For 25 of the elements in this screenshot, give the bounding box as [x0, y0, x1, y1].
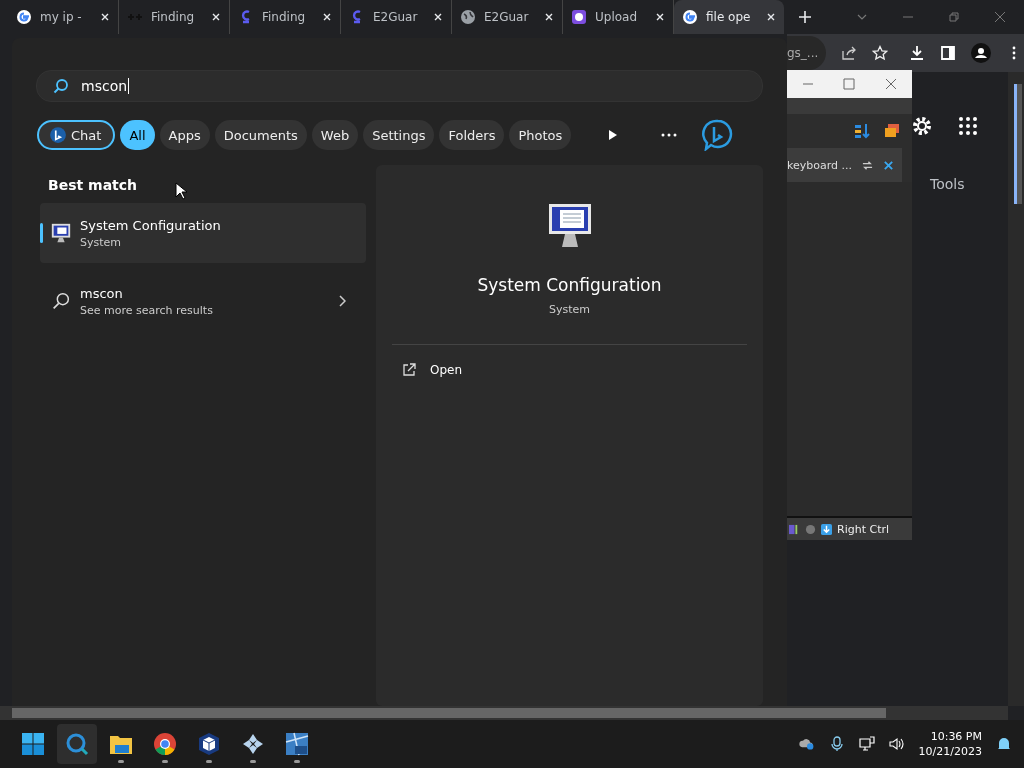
section-heading: Best match — [48, 177, 138, 193]
search-result[interactable]: System Configuration System — [40, 203, 366, 263]
filter-tab[interactable]: Web — [311, 120, 359, 150]
result-title: mscon — [80, 285, 124, 301]
host-key-label: Right Ctrl — [837, 522, 890, 536]
preview-title: System Configuration — [477, 275, 662, 295]
filter-tab[interactable]: All — [120, 120, 155, 150]
tools-link[interactable]: Tools — [930, 176, 965, 192]
result-title: System Configuration — [80, 217, 222, 233]
filter-tab[interactable]: Apps — [159, 120, 210, 150]
result-subtitle: System — [80, 235, 123, 249]
browser-tab[interactable]: file ope — [674, 0, 784, 34]
clock-time[interactable]: 10:36 PM — [930, 729, 982, 744]
clock-date[interactable]: 10/21/2023 — [918, 744, 982, 759]
preview-subtitle: System — [549, 303, 590, 316]
address-text[interactable]: gs_... — [787, 36, 827, 70]
filter-tab[interactable]: Photos — [509, 120, 572, 150]
search-result[interactable]: mscon See more search results — [40, 271, 366, 331]
filter-tab[interactable]: Settings — [363, 120, 435, 150]
open-action[interactable]: Open — [402, 363, 763, 377]
filter-tab[interactable]: Folders — [439, 120, 505, 150]
result-subtitle: See more search results — [80, 303, 214, 317]
filter-tab[interactable]: Documents — [214, 120, 307, 150]
search-field[interactable]: mscon — [36, 70, 763, 102]
filter-tab[interactable]: Chat — [37, 120, 116, 150]
